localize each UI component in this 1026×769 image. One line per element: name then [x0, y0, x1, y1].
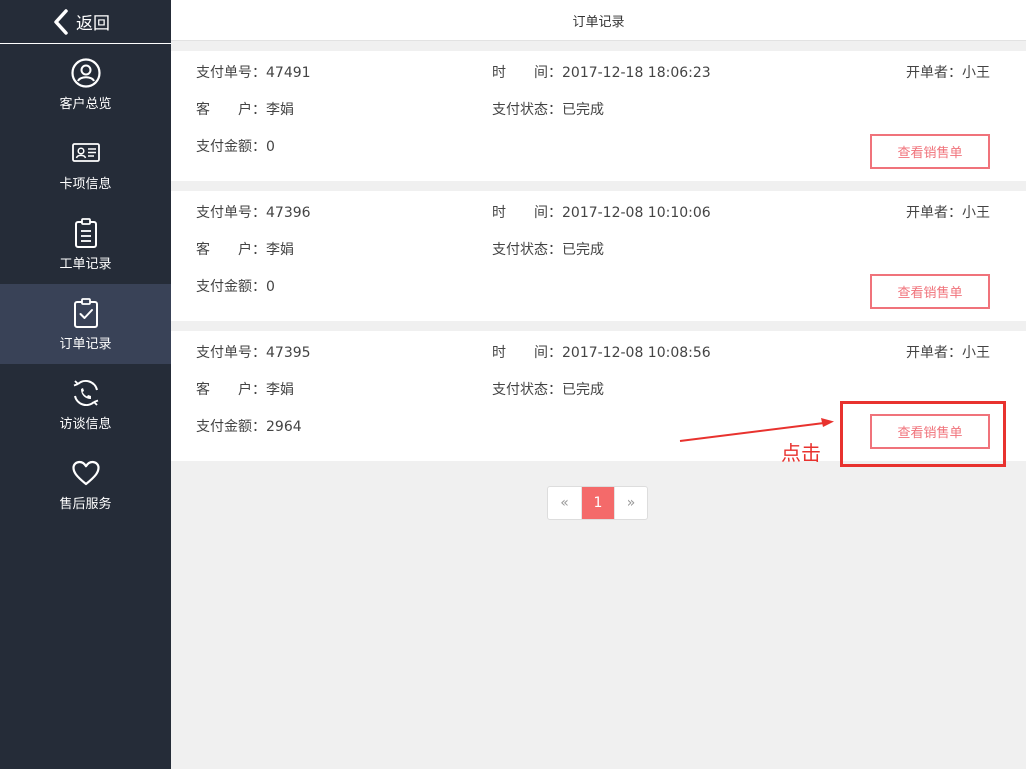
order-card: 支付单号：47396 时 间：2017-12-08 10:10:06 开单者：小…	[171, 191, 1026, 321]
back-button[interactable]: 返回	[0, 0, 171, 44]
sidebar-item-customer-overview[interactable]: 客户总览	[0, 44, 171, 124]
user-circle-icon	[70, 57, 102, 89]
page-title: 订单记录	[572, 14, 625, 30]
pagination: « 1 »	[547, 486, 648, 520]
order-card: 支付单号：47491 时 间：2017-12-18 18:06:23 开单者：小…	[171, 51, 1026, 181]
customer: 客 户：李娟	[196, 242, 294, 258]
sidebar: 返回 客户总览 卡项信息 工单记录 订单记录 访谈信息 售后服务	[0, 0, 171, 769]
pagination-page-current[interactable]: 1	[581, 487, 614, 519]
order-time: 时 间：2017-12-08 10:08:56	[492, 345, 711, 361]
sidebar-item-card-info[interactable]: 卡项信息	[0, 124, 171, 204]
view-sales-order-button[interactable]: 查看销售单	[870, 274, 990, 309]
pay-status: 支付状态：已完成	[492, 382, 604, 398]
annotation-click-label: 点击	[781, 441, 821, 465]
sidebar-item-label: 售后服务	[59, 496, 112, 512]
pay-amount: 支付金额：0	[196, 139, 275, 155]
sidebar-item-after-sales[interactable]: 售后服务	[0, 444, 171, 524]
sidebar-item-label: 客户总览	[59, 96, 112, 112]
pay-number: 支付单号：47395	[196, 345, 311, 361]
order-card: 支付单号：47395 时 间：2017-12-08 10:08:56 开单者：小…	[171, 331, 1026, 461]
order-time: 时 间：2017-12-08 10:10:06	[492, 205, 711, 221]
sidebar-item-label: 访谈信息	[59, 416, 112, 432]
sidebar-item-order-records[interactable]: 订单记录	[0, 284, 171, 364]
pagination-prev[interactable]: «	[548, 487, 581, 519]
pagination-next[interactable]: »	[614, 487, 647, 519]
pay-status: 支付状态：已完成	[492, 242, 604, 258]
chevron-left-icon	[54, 8, 68, 35]
page-header: 订单记录	[171, 0, 1026, 41]
opener: 开单者：小王	[906, 65, 990, 81]
opener: 开单者：小王	[906, 205, 990, 221]
view-sales-order-button[interactable]: 查看销售单	[870, 414, 990, 449]
view-sales-order-button[interactable]: 查看销售单	[870, 134, 990, 169]
pay-amount: 支付金额：2964	[196, 419, 302, 435]
pay-amount: 支付金额：0	[196, 279, 275, 295]
back-label: 返回	[76, 14, 110, 34]
heart-icon	[70, 457, 102, 489]
clipboard-check-icon	[70, 297, 102, 329]
id-card-icon	[70, 137, 102, 169]
customer: 客 户：李娟	[196, 382, 294, 398]
pay-number: 支付单号：47396	[196, 205, 311, 221]
sidebar-item-label: 卡项信息	[59, 176, 112, 192]
phone-cycle-icon	[70, 377, 102, 409]
pay-status: 支付状态：已完成	[492, 102, 604, 118]
sidebar-item-label: 工单记录	[59, 256, 112, 272]
opener: 开单者：小王	[906, 345, 990, 361]
clipboard-icon	[70, 217, 102, 249]
order-time: 时 间：2017-12-18 18:06:23	[492, 65, 711, 81]
customer: 客 户：李娟	[196, 102, 294, 118]
sidebar-item-work-orders[interactable]: 工单记录	[0, 204, 171, 284]
sidebar-item-label: 订单记录	[59, 336, 112, 352]
sidebar-item-interview-info[interactable]: 访谈信息	[0, 364, 171, 444]
pay-number: 支付单号：47491	[196, 65, 311, 81]
